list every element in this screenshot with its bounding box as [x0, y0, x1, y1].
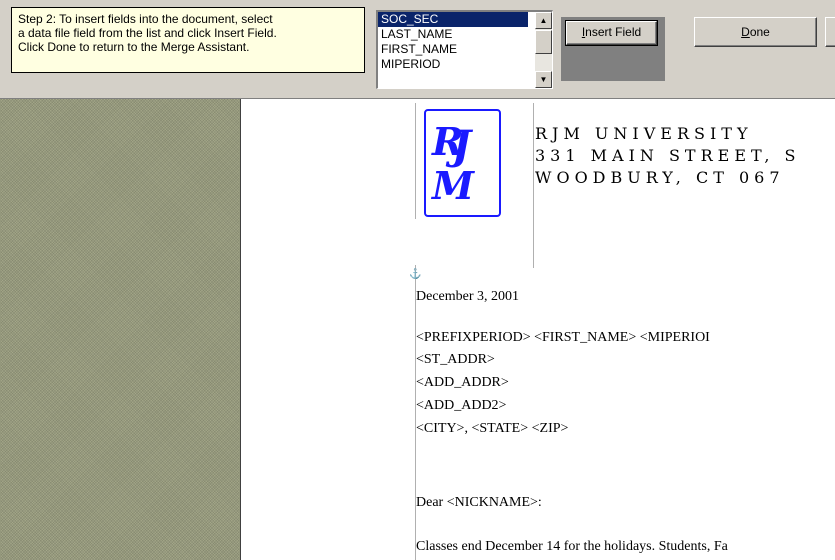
rjm-logo-graphic: R J M [430, 119, 475, 208]
field-item-soc-sec[interactable]: SOC_SEC [378, 12, 528, 27]
field-item-last-name[interactable]: LAST_NAME [378, 27, 528, 42]
scroll-up-icon[interactable]: ▲ [535, 12, 552, 29]
address-line: <ST_ADDR> [416, 352, 495, 367]
address-line: <PREFIXPERIOD> <FIRST_NAME> <MIPERIOI [416, 330, 710, 345]
scroll-thumb[interactable] [535, 30, 552, 54]
insert-field-button[interactable]: Insert Field [565, 20, 658, 46]
instruction-line: Step 2: To insert fields into the docume… [18, 12, 273, 26]
letterhead-line: RJM UNIVERSITY [535, 124, 753, 143]
instruction-line: a data file field from the list and clic… [18, 26, 277, 40]
address-line: <CITY>, <STATE> <ZIP> [416, 421, 569, 436]
merge-toolbar: Step 2: To insert fields into the docume… [0, 0, 835, 99]
address-line: <ADD_ADDR> [416, 375, 509, 390]
insert-label-rest: nsert Field [585, 25, 642, 39]
instructions-box: Step 2: To insert fields into the docume… [11, 7, 365, 73]
scroll-down-icon[interactable]: ▼ [535, 71, 552, 88]
rjm-logo: R J M [424, 109, 501, 217]
letterhead: RJM UNIVERSITY 331 MAIN STREET, S WOODBU… [535, 123, 800, 189]
document-page[interactable]: R J M RJM UNIVERSITY 331 MAIN STREET, S … [241, 99, 835, 560]
address-line: <ADD_ADD2> [416, 398, 507, 413]
done-label-rest: one [749, 25, 770, 39]
field-listbox[interactable]: SOC_SEC LAST_NAME FIRST_NAME MIPERIOD ▲ … [376, 10, 553, 89]
instruction-line: Click Done to return to the Merge Assist… [18, 40, 250, 54]
letterhead-line: WOODBURY, CT 067 [535, 168, 785, 187]
anchor-icon: ⚓ [409, 269, 422, 280]
done-label-accel: D [741, 25, 750, 39]
svg-text:M: M [430, 163, 475, 208]
field-item-first-name[interactable]: FIRST_NAME [378, 42, 528, 57]
done-button[interactable]: Done [694, 17, 817, 47]
body-line: Classes end December 14 for the holidays… [416, 539, 728, 554]
toolbar-extra-button[interactable] [825, 17, 835, 47]
left-margin-pane [0, 99, 241, 560]
letter-date: December 3, 2001 [416, 289, 520, 304]
salutation: Dear <NICKNAME>: [416, 495, 542, 510]
letterhead-line: 331 MAIN STREET, S [535, 146, 801, 165]
field-item-miperiod[interactable]: MIPERIOD [378, 57, 528, 72]
field-list-scrollbar[interactable]: ▲ ▼ [535, 12, 552, 88]
